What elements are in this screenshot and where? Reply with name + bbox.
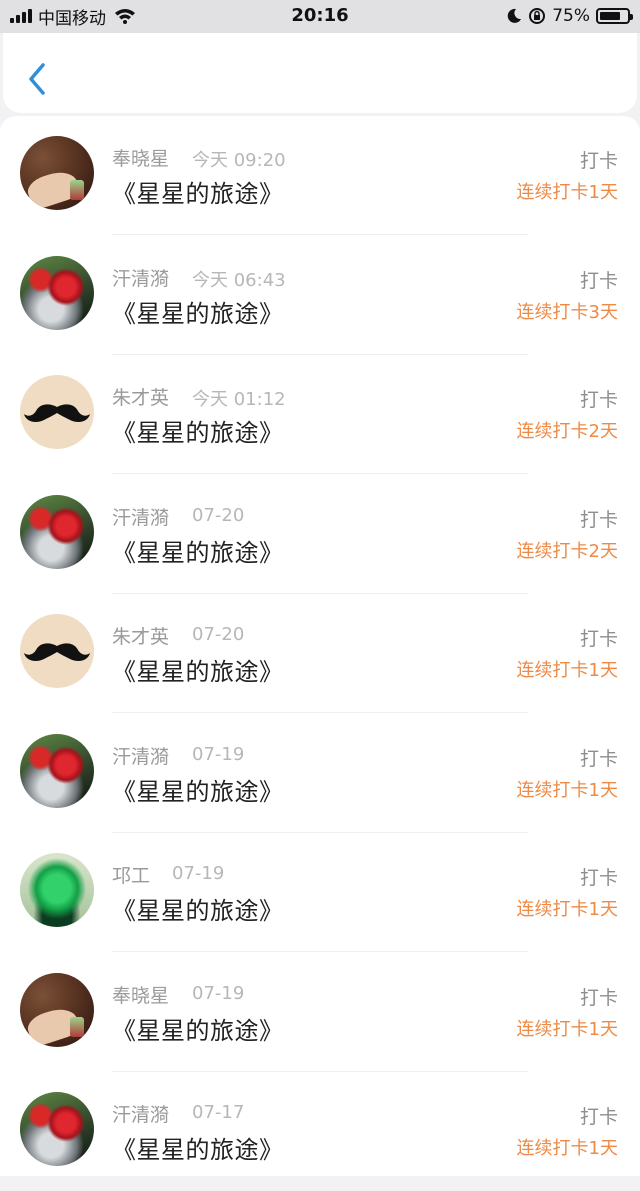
- mustache-icon: [24, 643, 90, 661]
- checkin-type: 打卡: [579, 150, 618, 172]
- moon-icon: [507, 8, 522, 23]
- list-item[interactable]: 汗清漪 今天 06:43 《星星的旅途》 打卡连续打卡3天: [0, 236, 640, 355]
- timestamp: 今天 06:43: [192, 269, 286, 291]
- timestamp: 07-20: [192, 504, 245, 526]
- timestamp: 07-19: [192, 743, 245, 765]
- avatar[interactable]: [20, 614, 94, 688]
- chevron-left-icon: [29, 63, 45, 95]
- status-right: 75%: [506, 5, 633, 27]
- list-item[interactable]: 奉晓星 今天 09:20 《星星的旅途》 打卡连续打卡1天: [0, 116, 640, 235]
- orientation-lock-icon: [529, 8, 546, 24]
- streak-label: 连续打卡1天: [516, 779, 618, 801]
- checkin-type: 打卡: [579, 269, 618, 292]
- checkin-type: 打卡: [579, 747, 618, 770]
- nav-bar: [3, 33, 637, 113]
- back-button[interactable]: [21, 59, 55, 99]
- user-name: 朱才英: [112, 387, 170, 409]
- status-bar: 中国移动 20:16 75%: [0, 0, 640, 33]
- streak-label: 连续打卡1天: [516, 660, 618, 681]
- checkin-type: 打卡: [579, 508, 618, 531]
- streak-label: 连续打卡1天: [516, 1138, 618, 1159]
- avatar[interactable]: [20, 972, 94, 1047]
- streak-label: 连续打卡2天: [516, 421, 618, 442]
- user-name: 汗清漪: [112, 506, 170, 529]
- list-item[interactable]: 汗清漪 07-17 《星星的旅途》 打卡连续打卡1天: [0, 1072, 640, 1191]
- checkin-type: 打卡: [579, 628, 618, 650]
- book-title[interactable]: 《星星的旅途》: [112, 294, 284, 329]
- streak-label: 连续打卡1天: [516, 899, 618, 920]
- streak-label: 连续打卡1天: [516, 182, 618, 203]
- battery-icon: [596, 8, 633, 24]
- user-name: 邛工: [112, 865, 151, 887]
- book-title[interactable]: 《星星的旅途》: [112, 772, 284, 807]
- avatar[interactable]: [20, 494, 94, 569]
- checkin-type: 打卡: [579, 389, 618, 411]
- timestamp: 今天 01:12: [192, 389, 286, 410]
- book-title[interactable]: 《星星的旅途》: [112, 652, 284, 687]
- mustache-icon: [24, 404, 90, 422]
- book-title[interactable]: 《星星的旅途》: [112, 533, 284, 568]
- user-name: 汗清漪: [112, 745, 170, 768]
- user-name: 汗清漪: [112, 1104, 170, 1126]
- battery-fill: [600, 12, 620, 20]
- streak-label: 连续打卡1天: [516, 1018, 618, 1040]
- list-item[interactable]: 奉晓星 07-19 《星星的旅途》 打卡连续打卡1天: [0, 953, 640, 1072]
- list-item[interactable]: 朱才英 今天 01:12 《星星的旅途》 打卡连续打卡2天: [0, 355, 640, 474]
- book-title[interactable]: 《星星的旅途》: [112, 174, 284, 209]
- avatar[interactable]: [20, 853, 94, 927]
- list-item[interactable]: 邛工 07-19 《星星的旅途》 打卡连续打卡1天: [0, 833, 640, 952]
- avatar[interactable]: [20, 255, 94, 330]
- book-title[interactable]: 《星星的旅途》: [112, 1011, 284, 1046]
- user-name: 奉晓星: [112, 984, 170, 1007]
- avatar[interactable]: [20, 375, 94, 449]
- checkin-type: 打卡: [579, 867, 618, 889]
- checkin-type: 打卡: [579, 986, 618, 1009]
- checkin-type: 打卡: [579, 1106, 618, 1128]
- streak-label: 连续打卡3天: [516, 301, 618, 323]
- list-item[interactable]: 汗清漪 07-20 《星星的旅途》 打卡连续打卡2天: [0, 475, 640, 594]
- timestamp: 07-19: [172, 863, 225, 884]
- avatar[interactable]: [20, 136, 94, 210]
- user-name: 奉晓星: [112, 148, 170, 170]
- book-title[interactable]: 《星星的旅途》: [112, 1130, 284, 1165]
- timestamp: 今天 09:20: [192, 150, 286, 171]
- list-item[interactable]: 朱才英 07-20 《星星的旅途》 打卡连续打卡1天: [0, 594, 640, 713]
- timestamp: 07-17: [192, 1102, 245, 1123]
- streak-label: 连续打卡2天: [516, 540, 618, 562]
- avatar[interactable]: [20, 733, 94, 808]
- book-title[interactable]: 《星星的旅途》: [112, 891, 284, 926]
- battery-percent: 75%: [552, 6, 590, 26]
- list-item[interactable]: 汗清漪 07-19 《星星的旅途》 打卡连续打卡1天: [0, 714, 640, 833]
- checkin-list: 奉晓星 今天 09:20 《星星的旅途》 打卡 连续打卡1天 汗清漪 今天 06:43 《星星…: [0, 116, 640, 1191]
- user-name: 汗清漪: [112, 267, 170, 290]
- avatar[interactable]: [20, 1092, 94, 1166]
- timestamp: 07-20: [192, 624, 245, 645]
- user-name: 朱才英: [112, 626, 170, 648]
- timestamp: 07-19: [192, 982, 245, 1004]
- book-title[interactable]: 《星星的旅途》: [112, 413, 284, 448]
